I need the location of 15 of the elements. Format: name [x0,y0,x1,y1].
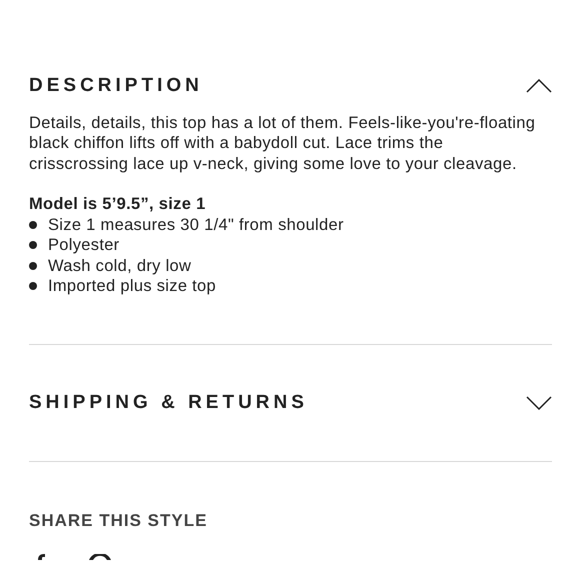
chevron-down-icon[interactable] [526,396,552,410]
section-title[interactable]: DESCRIPTION [29,72,203,100]
bullet-text: Polyester [48,235,120,256]
chevron-up-icon[interactable] [526,79,552,94]
bullet-text: Wash cold, dry low [48,256,192,276]
model-note: Model is 5’9.5”, size 1 [29,194,207,214]
bullet-text: Size 1 measures 30 1/4" from shoulder [48,214,344,235]
bullet-icon [29,220,37,229]
bullet-icon [29,262,37,270]
bullet-icon [29,241,37,250]
share-title: SHARE THIS STYLE [29,510,208,532]
description-text: Details, details, this top has a lot of them. Feels-like-you're-floating black chiffon lifts off with a babydoll cut. Lace trims the crisscrossing lace up v-neck, giving some love to your cleavage. [29,112,536,174]
bullet-icon [29,282,37,290]
section-title[interactable]: SHIPPING & RETURNS [29,388,308,417]
bullet-text: Imported plus size top [48,276,216,296]
